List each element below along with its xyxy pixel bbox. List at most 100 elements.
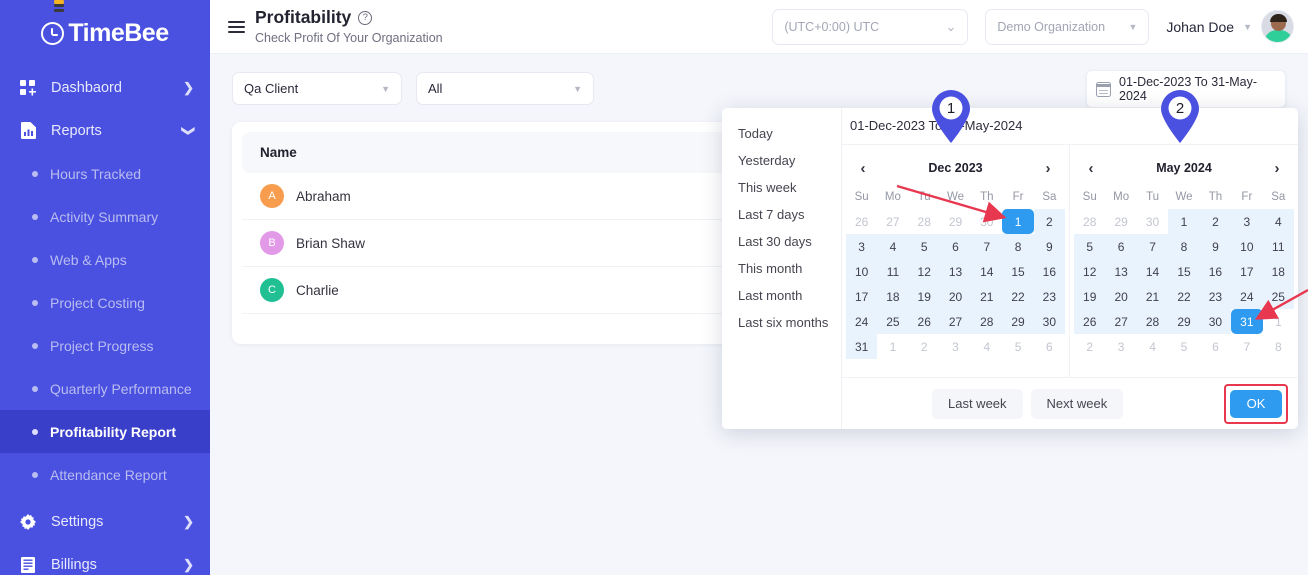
preset-last-30-days[interactable]: Last 30 days [722, 228, 841, 255]
calendar-day[interactable]: 4 [877, 234, 909, 259]
calendar-day[interactable]: 20 [1105, 284, 1137, 309]
calendar-day[interactable]: 6 [1034, 334, 1065, 359]
calendar-day[interactable]: 5 [1074, 234, 1106, 259]
brand-logo[interactable]: TimeBee [0, 0, 210, 66]
calendar-day[interactable]: 26 [1074, 309, 1106, 334]
calendar-day[interactable]: 19 [1074, 284, 1106, 309]
calendar-day[interactable]: 25 [1262, 284, 1294, 309]
preset-last-7-days[interactable]: Last 7 days [722, 201, 841, 228]
calendar-day[interactable]: 6 [1105, 234, 1137, 259]
sidebar-item-reports[interactable]: Reports ❯ [0, 109, 210, 152]
client-select[interactable]: Qa Client ▼ [232, 72, 402, 105]
calendar-day[interactable]: 10 [1231, 234, 1263, 259]
calendar-day[interactable]: 17 [846, 284, 878, 309]
question-mark-icon[interactable]: ? [358, 11, 373, 25]
calendar-day[interactable]: 17 [1231, 259, 1263, 284]
next-week-button[interactable]: Next week [1030, 388, 1124, 419]
scope-select[interactable]: All ▼ [416, 72, 594, 105]
chevron-right-icon[interactable]: › [1039, 160, 1057, 177]
calendar-day[interactable]: 26 [846, 209, 877, 234]
calendar-day[interactable]: 30 [1137, 209, 1168, 234]
timezone-select[interactable]: (UTC+0:00) UTC ⌄ [772, 8, 969, 45]
calendar-day[interactable]: 3 [940, 334, 971, 359]
calendar-day[interactable]: 4 [1137, 334, 1168, 359]
calendar-day[interactable]: 10 [846, 259, 878, 284]
calendar-day[interactable]: 30 [1033, 309, 1065, 334]
calendar-day[interactable]: 2 [1199, 209, 1232, 234]
preset-this-month[interactable]: This month [722, 255, 841, 282]
calendar-day[interactable]: 26 [908, 309, 940, 334]
calendar-day[interactable]: 28 [971, 309, 1003, 334]
calendar-day[interactable]: 4 [1262, 209, 1294, 234]
sidebar-subitem-attendance-report[interactable]: Attendance Report [0, 453, 210, 496]
calendar-day[interactable]: 11 [877, 259, 909, 284]
calendar-day[interactable]: 5 [1002, 334, 1033, 359]
calendar-day[interactable]: 31 [1231, 309, 1263, 334]
calendar-day[interactable]: 6 [939, 234, 972, 259]
ok-button[interactable]: OK [1230, 389, 1282, 418]
sidebar-subitem-web-apps[interactable]: Web & Apps [0, 238, 210, 281]
calendar-day[interactable]: 16 [1033, 259, 1065, 284]
calendar-day[interactable]: 11 [1262, 234, 1294, 259]
calendar-day[interactable]: 3 [1231, 209, 1263, 234]
calendar-day[interactable]: 29 [1168, 309, 1200, 334]
calendar-day[interactable]: 22 [1168, 284, 1200, 309]
preset-yesterday[interactable]: Yesterday [722, 147, 841, 174]
calendar-day[interactable]: 27 [877, 209, 908, 234]
sidebar-item-settings[interactable]: Settings ❯ [0, 500, 210, 543]
sidebar-subitem-hours-tracked[interactable]: Hours Tracked [0, 152, 210, 195]
chevron-left-icon[interactable]: ‹ [1082, 160, 1100, 177]
calendar-day[interactable]: 14 [1136, 259, 1169, 284]
user-menu[interactable]: Johan Doe ▼ [1166, 10, 1294, 43]
calendar-day[interactable]: 21 [971, 284, 1003, 309]
calendar-day[interactable]: 7 [1231, 334, 1262, 359]
calendar-day[interactable]: 6 [1200, 334, 1231, 359]
calendar-day[interactable]: 1 [1168, 209, 1200, 234]
calendar-day[interactable]: 18 [877, 284, 909, 309]
calendar-day[interactable]: 28 [909, 209, 940, 234]
calendar-day[interactable]: 29 [1002, 309, 1034, 334]
calendar-day[interactable]: 2 [1033, 209, 1065, 234]
date-range-input[interactable]: 01-Dec-2023 To 31-May-2024 [1086, 70, 1286, 108]
chevron-right-icon[interactable]: › [1268, 160, 1286, 177]
calendar-day[interactable]: 16 [1199, 259, 1232, 284]
calendar-day[interactable]: 3 [846, 234, 878, 259]
calendar-day[interactable]: 27 [1105, 309, 1137, 334]
calendar-day[interactable]: 23 [1033, 284, 1065, 309]
calendar-day[interactable]: 24 [1231, 284, 1263, 309]
preset-this-week[interactable]: This week [722, 174, 841, 201]
organization-select[interactable]: Demo Organization ▼ [985, 8, 1150, 45]
calendar-day[interactable]: 31 [846, 334, 878, 359]
sidebar-subitem-project-costing[interactable]: Project Costing [0, 281, 210, 324]
calendar-day[interactable]: 4 [971, 334, 1002, 359]
calendar-day[interactable]: 12 [908, 259, 940, 284]
calendar-day[interactable]: 3 [1105, 334, 1136, 359]
calendar-day[interactable]: 23 [1199, 284, 1232, 309]
calendar-day[interactable]: 7 [1136, 234, 1169, 259]
calendar-day[interactable]: 24 [846, 309, 878, 334]
calendar-day[interactable]: 22 [1002, 284, 1034, 309]
calendar-day[interactable]: 9 [1033, 234, 1065, 259]
calendar-day[interactable]: 30 [1199, 309, 1232, 334]
calendar-day[interactable]: 19 [908, 284, 940, 309]
calendar-day[interactable]: 1 [1002, 209, 1034, 234]
sidebar-subitem-profitability-report[interactable]: Profitability Report [0, 410, 210, 453]
calendar-day[interactable]: 14 [971, 259, 1003, 284]
calendar-day[interactable]: 21 [1136, 284, 1169, 309]
sidebar-subitem-project-progress[interactable]: Project Progress [0, 324, 210, 367]
calendar-day[interactable]: 1 [877, 334, 908, 359]
chevron-left-icon[interactable]: ‹ [854, 160, 872, 177]
preset-last-six-months[interactable]: Last six months [722, 309, 841, 336]
calendar-day[interactable]: 9 [1199, 234, 1232, 259]
last-week-button[interactable]: Last week [932, 388, 1023, 419]
calendar-day[interactable]: 8 [1002, 234, 1034, 259]
calendar-day[interactable]: 5 [908, 234, 940, 259]
calendar-day[interactable]: 27 [939, 309, 972, 334]
calendar-day[interactable]: 13 [939, 259, 972, 284]
calendar-day[interactable]: 5 [1168, 334, 1199, 359]
calendar-day[interactable]: 28 [1136, 309, 1169, 334]
calendar-day[interactable]: 1 [1263, 309, 1294, 334]
calendar-day[interactable]: 15 [1002, 259, 1034, 284]
calendar-day[interactable]: 20 [939, 284, 972, 309]
calendar-day[interactable]: 8 [1263, 334, 1294, 359]
